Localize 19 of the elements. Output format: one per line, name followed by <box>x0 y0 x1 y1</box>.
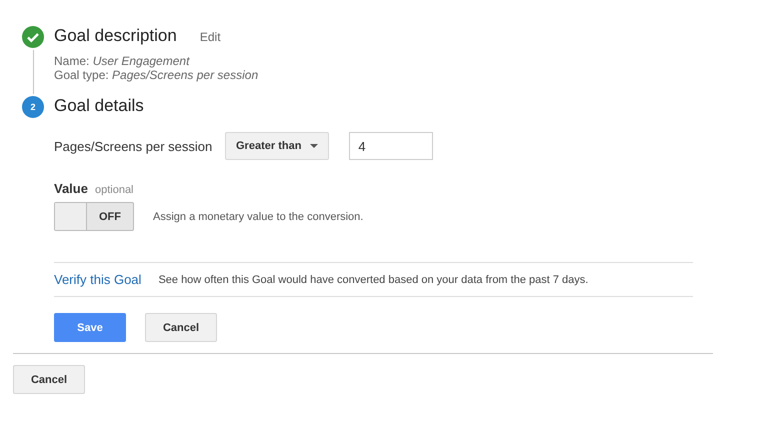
edit-link[interactable]: Edit <box>200 30 221 44</box>
step-title: Goal details <box>54 96 144 116</box>
cancel-button[interactable]: Cancel <box>13 365 85 394</box>
toggle-description: Assign a monetary value to the conversion. <box>153 210 364 222</box>
value-toggle[interactable]: OFF <box>54 202 134 231</box>
step-number: 2 <box>22 96 44 118</box>
hint-text: optional <box>94 184 134 196</box>
detail-text: Name: User Engagement <box>54 54 191 68</box>
operator-dropdown[interactable]: Greater than <box>225 132 330 160</box>
caret-icon <box>310 144 318 148</box>
verify-link[interactable]: Verify this Goal <box>54 272 142 287</box>
step-title: Goal description <box>54 26 177 46</box>
value-input[interactable]: 4 <box>349 132 434 160</box>
check-icon <box>22 26 44 48</box>
verify-description: See how often this Goal would have converted based on your data from the past 7 days. <box>158 274 588 286</box>
section-label: Value <box>54 181 88 196</box>
field-label: Pages/Screens per session <box>54 138 214 154</box>
cancel-button[interactable]: Cancel <box>145 313 217 342</box>
detail-text: Goal type: Pages/Screens per session <box>54 68 260 82</box>
